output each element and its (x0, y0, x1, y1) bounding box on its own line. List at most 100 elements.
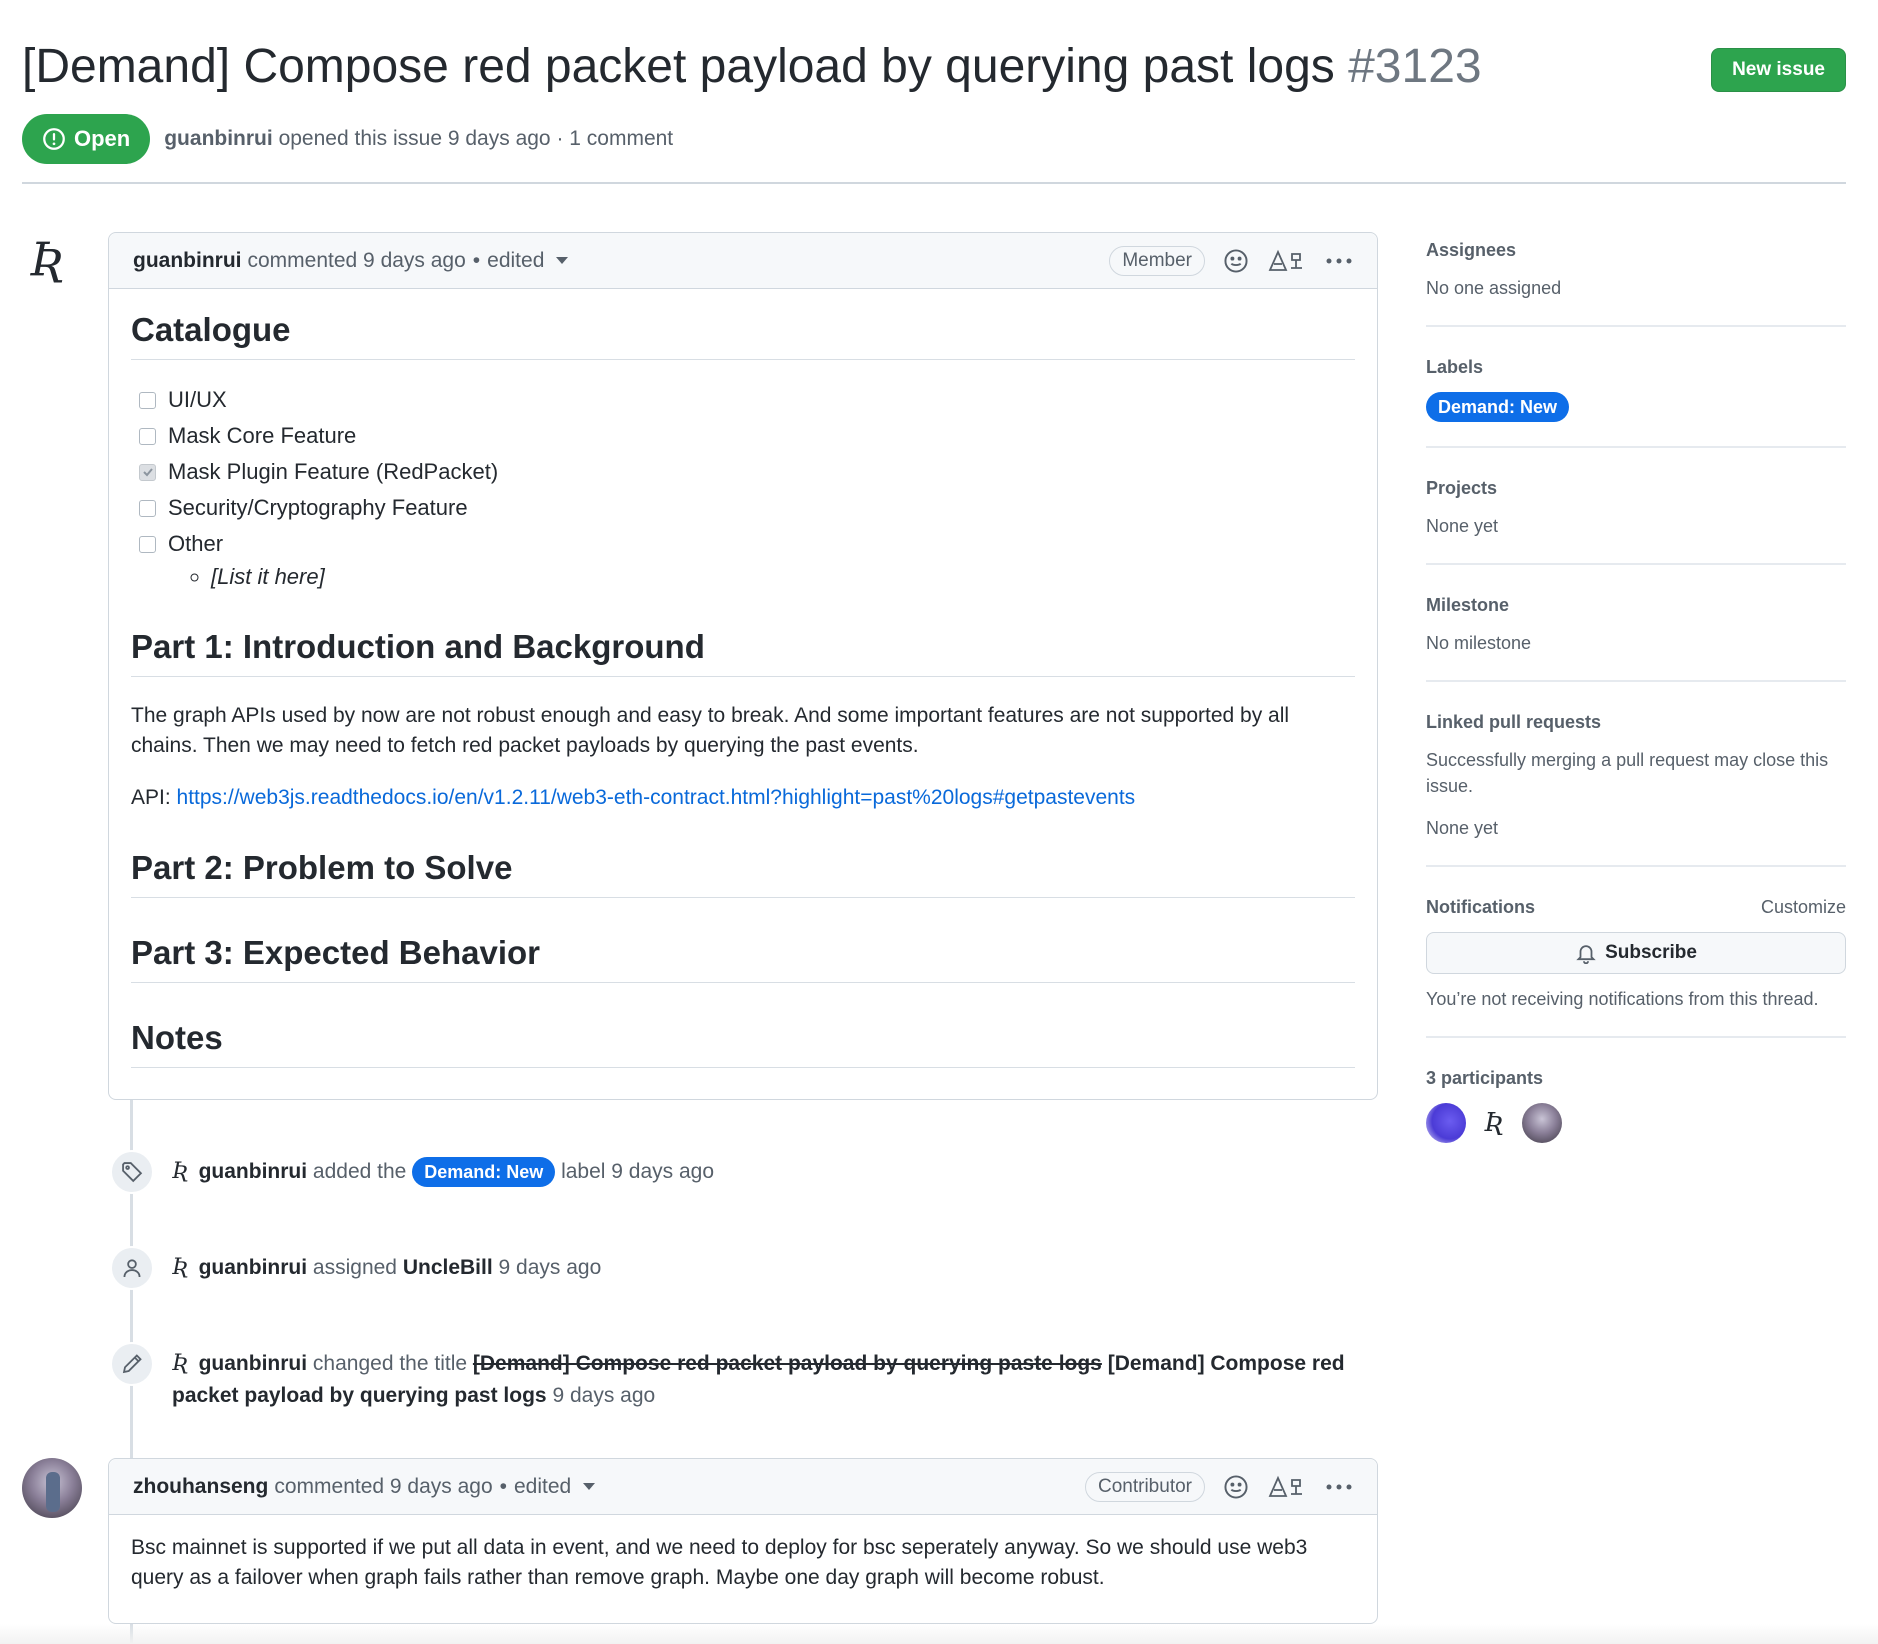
sidebar-labels: Labels Demand: New (1426, 357, 1846, 448)
translate-icon[interactable] (1267, 1474, 1307, 1500)
open-state-badge: Open (22, 114, 151, 164)
edited-dropdown[interactable]: edited (487, 249, 569, 273)
event-actor-link[interactable]: guanbinrui (199, 1352, 308, 1375)
task-checkbox[interactable] (139, 391, 156, 409)
comment-author-avatar[interactable]: Ʀ (30, 232, 65, 286)
api-prefix: API: (131, 786, 171, 809)
notifications-desc: You’re not receiving notifications from … (1426, 989, 1819, 1009)
task-label: Other (168, 531, 224, 556)
edited-label: edited (514, 1474, 572, 1498)
projects-heading[interactable]: Projects (1426, 478, 1846, 499)
assignee-link[interactable]: UncleBill (403, 1256, 493, 1279)
caret-down-icon (583, 1483, 596, 1491)
comment-timestamp[interactable]: commented 9 days ago (248, 249, 466, 273)
notifications-heading: Notifications Customize (1426, 897, 1846, 918)
labels-heading[interactable]: Labels (1426, 357, 1846, 378)
bottom-fade (0, 1624, 1878, 1644)
task-item: Security/Cryptography Feature (131, 490, 1355, 526)
other-sub-list: [List it here] (131, 562, 1355, 592)
caret-down-icon (556, 257, 569, 265)
task-label: Mask Core Feature (168, 423, 357, 448)
event-actor-link[interactable]: guanbinrui (199, 1256, 308, 1279)
milestone-heading-text: Milestone (1426, 595, 1510, 615)
linked-prs-value: None yet (1426, 818, 1499, 838)
event-pre-text: assigned (312, 1256, 397, 1279)
assignees-heading-text: Assignees (1426, 240, 1517, 260)
task-checkbox[interactable] (139, 499, 156, 517)
person-icon (110, 1246, 154, 1290)
catalogue-heading: Catalogue (131, 311, 1355, 360)
issue-sidebar: Assignees No one assigned Labels Demand:… (1426, 240, 1846, 1143)
event-post-text: label 9 days ago (561, 1160, 715, 1183)
notifications-heading-text: Notifications (1426, 897, 1536, 917)
comment-actions: Contributor (1085, 1471, 1353, 1502)
task-label: Security/Cryptography Feature (168, 495, 468, 520)
other-sub-item: [List it here] (211, 562, 1355, 592)
task-item: Other (131, 526, 1355, 562)
task-item: Mask Plugin Feature (RedPacket) (131, 454, 1355, 490)
label-pill-demand-new[interactable]: Demand: New (412, 1157, 556, 1187)
event-actor-avatar[interactable]: Ʀ (172, 1351, 189, 1376)
participant-avatar[interactable] (1522, 1103, 1562, 1143)
smiley-icon[interactable] (1223, 1474, 1249, 1500)
task-checkbox-checked[interactable] (139, 463, 156, 481)
opened-meta: guanbinrui opened this issue 9 days ago … (164, 127, 673, 151)
kebab-horizontal-icon[interactable] (1325, 1482, 1353, 1492)
task-label: Mask Plugin Feature (RedPacket) (168, 459, 499, 484)
sidebar-label-demand-new[interactable]: Demand: New (1426, 392, 1570, 422)
event-actor-avatar[interactable]: Ʀ (172, 1159, 189, 1184)
issue-title-text: [Demand] Compose red packet payload by q… (22, 40, 1335, 93)
comment-author-link[interactable]: guanbinrui (133, 249, 242, 273)
comment-author-link[interactable]: zhouhanseng (133, 1475, 268, 1499)
task-checkbox[interactable] (139, 427, 156, 445)
separator-dot: • (472, 248, 481, 272)
issue-title: [Demand] Compose red packet payload by q… (22, 30, 1846, 104)
smiley-icon[interactable] (1223, 248, 1249, 274)
sidebar-projects: Projects None yet (1426, 478, 1846, 565)
milestone-heading[interactable]: Milestone (1426, 595, 1846, 616)
part3-heading: Part 3: Expected Behavior (131, 934, 1355, 983)
task-list: UI/UX Mask Core Feature Mask Plugin Feat… (131, 382, 1355, 562)
participant-avatar[interactable]: Ʀ (1474, 1103, 1514, 1143)
participant-avatar[interactable] (1426, 1103, 1466, 1143)
edited-dropdown[interactable]: edited (514, 1474, 596, 1499)
subscribe-button[interactable]: Subscribe (1426, 932, 1846, 974)
part1-heading: Part 1: Introduction and Background (131, 628, 1355, 677)
sidebar-linked-prs: Linked pull requests Successfully mergin… (1426, 712, 1846, 867)
event-text: Ʀguanbinrui assigned UncleBill 9 days ag… (172, 1252, 601, 1284)
issue-author-link[interactable]: guanbinrui (164, 127, 273, 150)
api-link[interactable]: https://web3js.readthedocs.io/en/v1.2.11… (177, 786, 1136, 809)
event-post-text: 9 days ago (498, 1256, 602, 1279)
event-pre-text: added the (312, 1160, 407, 1183)
issue-number: #3123 (1348, 40, 1482, 93)
comment-text: Bsc mainnet is supported if we put all d… (131, 1536, 1308, 1589)
zhouhanseng-avatar[interactable] (22, 1458, 82, 1518)
task-checkbox[interactable] (139, 535, 156, 553)
customize-link[interactable]: Customize (1761, 897, 1846, 918)
notes-heading: Notes (131, 1019, 1355, 1068)
issue-opened-icon (43, 128, 65, 150)
milestone-value: No milestone (1426, 633, 1532, 653)
event-actor-link[interactable]: guanbinrui (199, 1160, 308, 1183)
new-issue-button[interactable]: New issue (1711, 48, 1846, 92)
assignees-heading[interactable]: Assignees (1426, 240, 1846, 261)
kebab-horizontal-icon[interactable] (1325, 256, 1353, 266)
comment-header: guanbinrui commented 9 days ago • edited… (109, 233, 1377, 289)
projects-heading-text: Projects (1426, 478, 1498, 498)
check-icon (142, 468, 153, 477)
state-label: Open (74, 126, 131, 151)
timeline-event-labeled: Ʀguanbinrui added the Demand: New label … (110, 1150, 714, 1194)
timeline-event-assigned: Ʀguanbinrui assigned UncleBill 9 days ag… (110, 1246, 601, 1290)
task-item: Mask Core Feature (131, 418, 1355, 454)
comment-body: Catalogue UI/UX Mask Core Feature Mask P… (109, 289, 1377, 1088)
event-actor-avatar[interactable]: Ʀ (172, 1255, 189, 1280)
task-label: UI/UX (168, 387, 227, 412)
comment-timestamp[interactable]: commented 9 days ago (274, 1475, 492, 1499)
translate-icon[interactable] (1267, 248, 1307, 274)
assignees-value: No one assigned (1426, 278, 1562, 298)
tag-icon (110, 1150, 154, 1194)
subscribe-label: Subscribe (1605, 942, 1697, 963)
labels-heading-text: Labels (1426, 357, 1484, 377)
linked-prs-heading[interactable]: Linked pull requests (1426, 712, 1846, 733)
member-badge: Member (1109, 245, 1205, 276)
